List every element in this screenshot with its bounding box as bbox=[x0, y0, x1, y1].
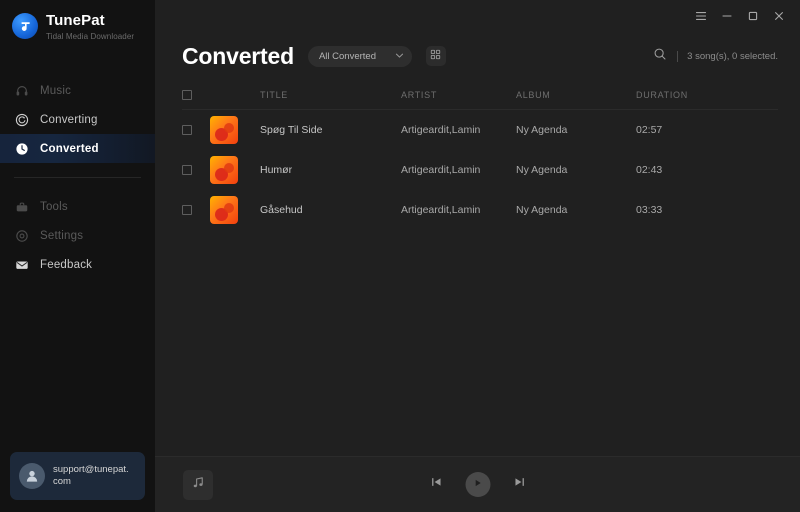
column-header-artist[interactable]: ARTIST bbox=[401, 90, 516, 100]
sidebar-item-label: Converted bbox=[40, 142, 99, 155]
player-controls bbox=[429, 472, 526, 497]
sidebar-item-label: Tools bbox=[40, 200, 68, 213]
grid-view-toggle-button[interactable] bbox=[425, 46, 446, 66]
album-artwork bbox=[210, 116, 246, 144]
sidebar-item-label: Feedback bbox=[40, 258, 93, 271]
row-checkbox[interactable] bbox=[182, 125, 192, 135]
play-icon bbox=[472, 476, 484, 494]
cell-title: Spøg Til Side bbox=[260, 124, 323, 136]
sidebar-item-settings[interactable]: Settings bbox=[0, 221, 155, 250]
cell-title: Humør bbox=[260, 164, 293, 176]
close-icon[interactable] bbox=[766, 4, 792, 28]
cell-artist: Artigeardit,Lamin bbox=[401, 204, 481, 216]
tunepat-app-window: TunePat Tidal Media Downloader Music Con… bbox=[0, 0, 800, 512]
user-avatar-icon bbox=[19, 463, 45, 489]
song-table: TITLE ARTIST ALBUM DURATION Spøg Til Sid… bbox=[155, 80, 800, 456]
album-artwork bbox=[210, 196, 246, 224]
chevron-down-icon bbox=[395, 47, 404, 65]
cell-artist: Artigeardit,Lamin bbox=[401, 164, 481, 176]
minimize-icon[interactable] bbox=[714, 4, 740, 28]
cell-artist: Artigeardit,Lamin bbox=[401, 124, 481, 136]
next-track-icon bbox=[512, 475, 526, 494]
account-email: support@tunepat.com bbox=[53, 464, 129, 487]
page-header: Converted All Converted 3 song(s), 0 sel… bbox=[155, 32, 800, 80]
sidebar-item-tools[interactable]: Tools bbox=[0, 192, 155, 221]
play-button[interactable] bbox=[465, 472, 490, 497]
row-select-cell bbox=[182, 205, 210, 215]
player-artwork-placeholder bbox=[183, 469, 213, 500]
page-title: Converted bbox=[182, 42, 294, 69]
brand: TunePat Tidal Media Downloader bbox=[0, 0, 155, 52]
sidebar-item-converted[interactable]: Converted bbox=[0, 134, 155, 163]
tunepat-logo-icon bbox=[12, 13, 38, 39]
filter-dropdown[interactable]: All Converted bbox=[307, 45, 412, 67]
select-all-cell bbox=[182, 89, 210, 100]
search-button[interactable] bbox=[652, 48, 668, 64]
header-divider bbox=[677, 50, 679, 62]
cell-duration: 02:57 bbox=[636, 124, 663, 136]
table-row[interactable]: Gåsehud Artigeardit,Lamin Ny Agenda 03:3… bbox=[182, 190, 778, 230]
toolbox-icon bbox=[14, 199, 29, 214]
select-all-checkbox[interactable] bbox=[182, 89, 192, 100]
sidebar-item-label: Music bbox=[40, 84, 72, 97]
cell-album: Ny Agenda bbox=[516, 204, 568, 216]
previous-track-button[interactable] bbox=[429, 475, 443, 494]
envelope-icon bbox=[14, 257, 29, 272]
row-select-cell bbox=[182, 125, 210, 135]
music-note-icon bbox=[191, 475, 206, 495]
sidebar-nav: Music Converting Converted Tools Setting… bbox=[0, 76, 155, 279]
cell-album: Ny Agenda bbox=[516, 164, 568, 176]
sidebar-item-label: Converting bbox=[40, 113, 98, 126]
sidebar-item-converting[interactable]: Converting bbox=[0, 105, 155, 134]
sidebar: TunePat Tidal Media Downloader Music Con… bbox=[0, 0, 155, 512]
sidebar-divider bbox=[14, 177, 141, 178]
cell-title: Gåsehud bbox=[260, 204, 303, 216]
album-artwork bbox=[210, 156, 246, 184]
column-header-duration[interactable]: DURATION bbox=[636, 90, 716, 100]
row-checkbox[interactable] bbox=[182, 205, 192, 215]
main-panel: Converted All Converted 3 song(s), 0 sel… bbox=[155, 0, 800, 512]
next-track-button[interactable] bbox=[512, 475, 526, 494]
player-bar bbox=[155, 456, 800, 512]
search-icon bbox=[653, 47, 667, 66]
gear-icon bbox=[14, 228, 29, 243]
sidebar-item-label: Settings bbox=[40, 229, 84, 242]
account-button[interactable]: support@tunepat.com bbox=[10, 452, 145, 500]
song-count-status: 3 song(s), 0 selected. bbox=[687, 50, 778, 62]
filter-selected-value: All Converted bbox=[318, 50, 376, 62]
maximize-icon[interactable] bbox=[740, 4, 766, 28]
row-select-cell bbox=[182, 165, 210, 175]
clock-icon bbox=[14, 141, 29, 156]
cell-album: Ny Agenda bbox=[516, 124, 568, 136]
cell-duration: 02:43 bbox=[636, 164, 663, 176]
title-bar bbox=[155, 0, 800, 32]
sidebar-item-feedback[interactable]: Feedback bbox=[0, 250, 155, 279]
headphones-icon bbox=[14, 83, 29, 98]
converting-icon bbox=[14, 112, 29, 127]
table-row[interactable]: Spøg Til Side Artigeardit,Lamin Ny Agend… bbox=[182, 110, 778, 150]
table-row[interactable]: Humør Artigeardit,Lamin Ny Agenda 02:43 bbox=[182, 150, 778, 190]
column-header-album[interactable]: ALBUM bbox=[516, 90, 636, 100]
grid-view-icon bbox=[430, 47, 441, 65]
sidebar-item-music[interactable]: Music bbox=[0, 76, 155, 105]
row-checkbox[interactable] bbox=[182, 165, 192, 175]
brand-subtitle: Tidal Media Downloader bbox=[46, 32, 135, 41]
brand-title: TunePat bbox=[46, 12, 105, 29]
menu-icon[interactable] bbox=[688, 4, 714, 28]
table-header-row: TITLE ARTIST ALBUM DURATION bbox=[182, 80, 778, 110]
header-right-group: 3 song(s), 0 selected. bbox=[652, 48, 800, 64]
previous-track-icon bbox=[429, 475, 443, 494]
column-header-title[interactable]: TITLE bbox=[246, 90, 401, 100]
cell-duration: 03:33 bbox=[636, 204, 663, 216]
